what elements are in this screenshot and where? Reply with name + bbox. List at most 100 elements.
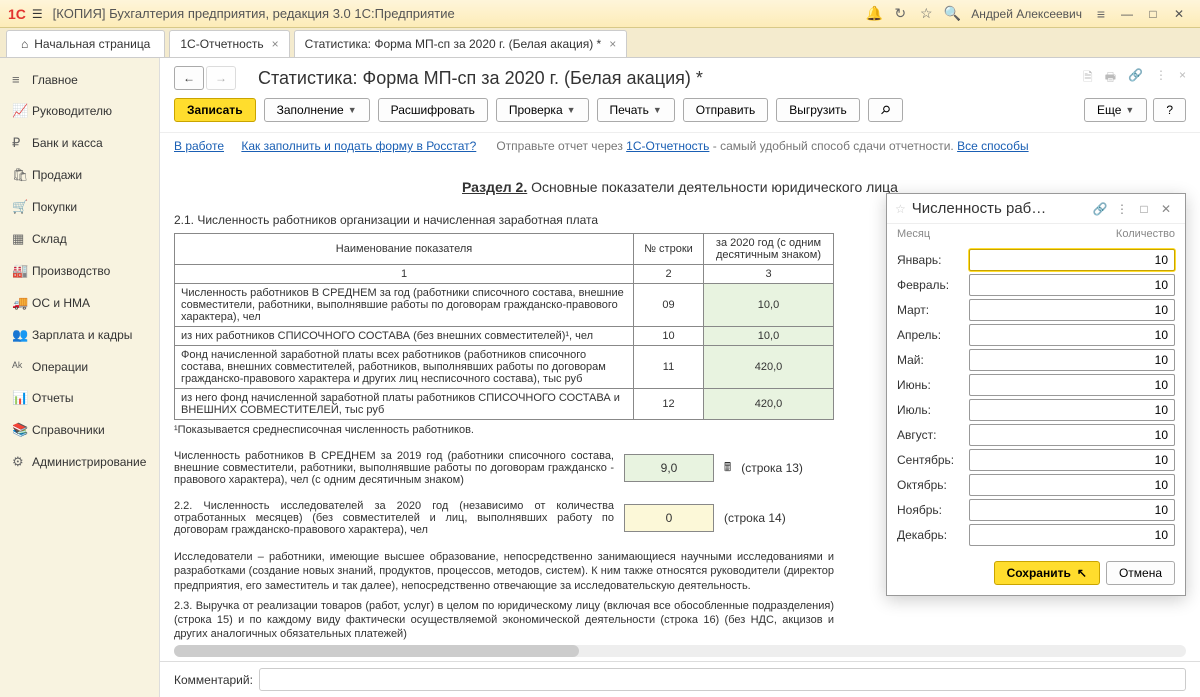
- month-label: Июль:: [897, 403, 969, 417]
- sidebar-item-production[interactable]: 🏭Производство: [0, 255, 159, 287]
- month-input[interactable]: [969, 299, 1175, 321]
- howto-link[interactable]: Как заполнить и подать форму в Росстат?: [241, 139, 476, 153]
- para-revenue: 2.3. Выручка от реализации товаров (рабо…: [174, 599, 834, 641]
- comment-input[interactable]: [259, 668, 1186, 691]
- month-input[interactable]: [969, 324, 1175, 346]
- indicators-table: Наименование показателя № строки за 2020…: [174, 233, 834, 420]
- window-title: [КОПИЯ] Бухгалтерия предприятия, редакци…: [53, 6, 862, 21]
- kebab-icon[interactable]: ⋮: [1111, 202, 1133, 216]
- factory-icon: 🏭: [12, 263, 32, 279]
- bell-icon[interactable]: 🔔: [861, 5, 887, 22]
- form-body[interactable]: Раздел 2. Основные показатели деятельнос…: [160, 159, 1200, 641]
- sidebar-item-assets[interactable]: 🚚ОС и НМА: [0, 287, 159, 319]
- month-input[interactable]: [969, 424, 1175, 446]
- decode-button[interactable]: Расшифровать: [378, 98, 488, 122]
- sidebar-item-purchases[interactable]: 🛒Покупки: [0, 191, 159, 223]
- sidebar-item-bank[interactable]: ₽Банк и касса: [0, 127, 159, 159]
- month-input[interactable]: [969, 274, 1175, 296]
- all-ways-link[interactable]: Все способы: [957, 139, 1029, 153]
- value-cell[interactable]: 420,0: [704, 389, 834, 420]
- link-icon[interactable]: 🔗: [1128, 68, 1143, 89]
- kebab-icon[interactable]: ⋮: [1155, 68, 1167, 89]
- value-cell[interactable]: 10,0: [704, 284, 834, 327]
- close-window-button[interactable]: ✕: [1166, 7, 1192, 21]
- sidebar-item-main[interactable]: ≡Главное: [0, 64, 159, 95]
- print-icon[interactable]: 🖶: [1105, 68, 1116, 89]
- month-label: Июнь:: [897, 378, 969, 392]
- maximize-icon[interactable]: □: [1133, 202, 1155, 216]
- sidebar-item-sales[interactable]: 🛍Продажи: [0, 159, 159, 191]
- month-row: Сентябрь:: [897, 449, 1175, 471]
- books-icon: 📚: [12, 422, 32, 438]
- title-bar: 1С ☰ [КОПИЯ] Бухгалтерия предприятия, ре…: [0, 0, 1200, 28]
- send-button[interactable]: Отправить: [683, 98, 769, 122]
- operations-icon: ᴬᵏ: [12, 359, 32, 374]
- people-icon: 👥: [12, 327, 32, 343]
- month-row: Ноябрь:: [897, 499, 1175, 521]
- tab-home[interactable]: ⌂ Начальная страница: [6, 30, 165, 57]
- chart-icon: 📈: [12, 103, 32, 119]
- more-button[interactable]: Еще▼: [1084, 98, 1147, 122]
- search-icon[interactable]: 🔍: [939, 5, 965, 22]
- month-input[interactable]: [969, 474, 1175, 496]
- sidebar-item-catalogs[interactable]: 📚Справочники: [0, 414, 159, 446]
- fill-button[interactable]: Заполнение▼: [264, 98, 370, 122]
- maximize-button[interactable]: □: [1140, 7, 1166, 21]
- sidebar-item-reports[interactable]: 📊Отчеты: [0, 382, 159, 414]
- block-2019-text: Численность работников В СРЕДНЕМ за 2019…: [174, 450, 614, 486]
- sidebar-item-warehouse[interactable]: ▦Склад: [0, 223, 159, 255]
- check-button[interactable]: Проверка▼: [496, 98, 589, 122]
- sidebar-item-operations[interactable]: ᴬᵏОперации: [0, 351, 159, 382]
- month-input[interactable]: [969, 249, 1175, 271]
- export-button[interactable]: Выгрузить: [776, 98, 860, 122]
- value-cell[interactable]: 420,0: [704, 346, 834, 389]
- month-input[interactable]: [969, 449, 1175, 471]
- sidebar-item-manager[interactable]: 📈Руководителю: [0, 95, 159, 127]
- nav-forward-button[interactable]: →: [206, 66, 236, 90]
- cancel-button[interactable]: Отмена: [1106, 561, 1175, 585]
- navigation-sidebar: ≡Главное 📈Руководителю ₽Банк и касса 🛍Пр…: [0, 58, 160, 697]
- truck-icon: 🚚: [12, 295, 32, 311]
- tab-statistics[interactable]: Статистика: Форма МП-сп за 2020 г. (Бела…: [294, 30, 628, 57]
- help-button[interactable]: ?: [1153, 98, 1186, 122]
- sidebar-item-salary[interactable]: 👥Зарплата и кадры: [0, 319, 159, 351]
- attach-button[interactable]: ⚲: [868, 98, 903, 122]
- month-input[interactable]: [969, 399, 1175, 421]
- write-button[interactable]: Записать: [174, 98, 256, 122]
- close-icon[interactable]: ×: [272, 37, 279, 51]
- month-input[interactable]: [969, 499, 1175, 521]
- month-input[interactable]: [969, 374, 1175, 396]
- row-ref: (строка 13): [741, 461, 803, 475]
- close-icon[interactable]: ✕: [1155, 202, 1177, 216]
- close-icon[interactable]: ×: [609, 37, 616, 51]
- gear-icon: ⚙: [12, 454, 32, 470]
- user-name[interactable]: Андрей Алексеевич: [971, 7, 1082, 21]
- tab-reporting[interactable]: 1С-Отчетность ×: [169, 30, 289, 57]
- save-button[interactable]: Сохранить↖: [994, 561, 1100, 585]
- nav-back-button[interactable]: ←: [174, 66, 204, 90]
- sidebar-toggle-icon[interactable]: ≡: [1088, 6, 1114, 22]
- month-input[interactable]: [969, 524, 1175, 546]
- report-icon[interactable]: 🗎: [1083, 68, 1093, 89]
- month-input[interactable]: [969, 349, 1175, 371]
- sidebar-item-admin[interactable]: ⚙Администрирование: [0, 446, 159, 478]
- calculator-icon[interactable]: 🖩: [724, 458, 731, 479]
- barchart-icon: 📊: [12, 390, 32, 406]
- print-button[interactable]: Печать▼: [597, 98, 675, 122]
- value-2019[interactable]: 9,0: [624, 454, 714, 482]
- status-link[interactable]: В работе: [174, 139, 224, 153]
- star-icon[interactable]: ☆: [895, 202, 906, 216]
- table-row: Фонд начисленной заработной платы всех р…: [175, 346, 834, 389]
- month-row: Март:: [897, 299, 1175, 321]
- minimize-button[interactable]: —: [1114, 7, 1140, 21]
- main-menu-icon[interactable]: ☰: [32, 7, 43, 21]
- value-cell[interactable]: 10,0: [704, 327, 834, 346]
- star-icon[interactable]: ☆: [913, 5, 939, 22]
- horizontal-scrollbar[interactable]: [174, 645, 1186, 657]
- reporting-link[interactable]: 1С-Отчетность: [626, 139, 709, 153]
- history-icon[interactable]: ↻: [887, 5, 913, 22]
- value-researchers[interactable]: 0: [624, 504, 714, 532]
- cart-icon: 🛒: [12, 199, 32, 215]
- link-icon[interactable]: 🔗: [1089, 202, 1111, 216]
- close-page-icon[interactable]: ×: [1179, 68, 1186, 89]
